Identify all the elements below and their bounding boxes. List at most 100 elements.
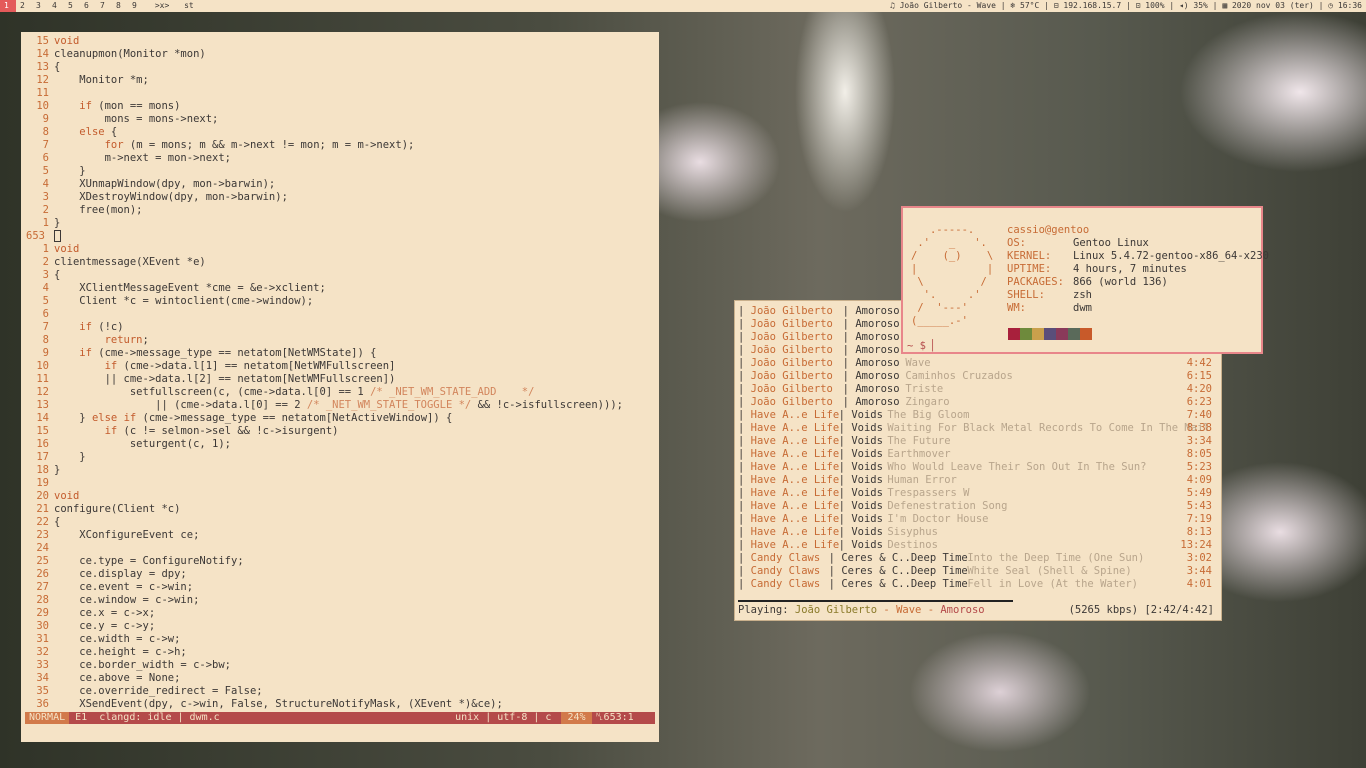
code-line[interactable]: void <box>54 243 79 255</box>
row-artist: Candy Claws <box>750 578 821 590</box>
code-line[interactable]: Monitor *m; <box>54 74 149 86</box>
code-line[interactable]: ce.window = c->win; <box>54 594 199 606</box>
code-line[interactable]: } <box>54 451 85 463</box>
info-key: PACKAGES: <box>1007 276 1064 288</box>
row-artist: Have A..e Life <box>750 435 840 447</box>
code-line[interactable]: configure(Client *c) <box>54 503 180 515</box>
row-artist: Candy Claws <box>750 565 821 577</box>
code-line[interactable]: for (m = mons; m && m->next != mon; m = … <box>54 139 415 151</box>
layout-indicator[interactable]: >x> <box>149 1 169 10</box>
code-line[interactable]: } <box>54 165 85 177</box>
line-number: 35 <box>36 685 49 697</box>
info-row: WM: dwm <box>1007 302 1092 315</box>
code-line[interactable]: } else if (cme->message_type == netatom[… <box>54 412 452 424</box>
code-line[interactable]: ce.height = c->h; <box>54 646 186 658</box>
row-artist: Have A..e Life <box>750 539 840 551</box>
code-line[interactable]: { <box>54 516 60 528</box>
playlist-row[interactable]: | João Gilberto | Amoroso Zingaro 6:23 <box>738 396 1218 409</box>
code-line[interactable]: if (c != selmon->sel && !c->isurgent) <box>54 425 339 437</box>
playlist-row[interactable]: | João Gilberto | Amoroso Caminhos Cruzado… <box>738 370 1218 383</box>
code-line[interactable]: return; <box>54 334 149 346</box>
playlist-row[interactable]: | João Gilberto | Amoroso Triste 4:20 <box>738 383 1218 396</box>
code-line[interactable]: Client *c = wintoclient(cme->window); <box>54 295 313 307</box>
row-title: Waiting For Black Metal Records To Come … <box>887 422 1210 434</box>
code-line[interactable]: void <box>54 490 79 502</box>
code-line[interactable]: } <box>54 217 60 229</box>
code-line[interactable]: ce.type = ConfigureNotify; <box>54 555 243 567</box>
fetch-terminal-window[interactable]: .-----. .' _ '. / (_) \ | | \ / '. .' / … <box>901 206 1269 354</box>
code-line[interactable]: setfullscreen(c, (cme->data.l[0] == 1 /*… <box>54 386 535 398</box>
playlist-row[interactable]: | Have A..e Life| Voids Who Would Leave T… <box>738 461 1218 474</box>
playlist-row[interactable]: | Have A..e Life| Voids Defenestration So… <box>738 500 1218 513</box>
code-line[interactable]: || (cme->data.l[0] == 2 /* _NET_WM_STATE… <box>54 399 623 411</box>
code-line[interactable]: mons = mons->next; <box>54 113 219 125</box>
line-number: 19 <box>36 477 49 489</box>
code-line[interactable]: clientmessage(XEvent *e) <box>54 256 206 268</box>
code-line[interactable]: if (mon == mons) <box>54 100 180 112</box>
code-line[interactable]: if (!c) <box>54 321 123 333</box>
playlist-row[interactable]: | Have A..e Life| Voids The Big Gloom 7:40 <box>738 409 1218 422</box>
line-number: 2 <box>42 256 49 268</box>
playlist-row[interactable]: | Have A..e Life| Voids I'm Doctor House 7… <box>738 513 1218 526</box>
tag-7[interactable]: 7 <box>96 0 112 12</box>
code-line[interactable]: if (cme->data.l[1] == netatom[NetWMFulls… <box>54 360 396 372</box>
code-line[interactable]: { <box>54 61 60 73</box>
code-line[interactable]: XClientMessageEvent *cme = &e->xclient; <box>54 282 326 294</box>
playlist-row[interactable]: | Have A..e Life| Voids The Future 3:34 <box>738 435 1218 448</box>
line-number: 24 <box>36 542 49 554</box>
code-line[interactable]: ce.width = c->w; <box>54 633 180 645</box>
line-number: 18 <box>36 464 49 476</box>
code-line[interactable]: } <box>54 464 60 476</box>
tag-4[interactable]: 4 <box>48 0 64 12</box>
info-value: 4 hours, 7 minutes <box>1073 263 1187 275</box>
playlist-row[interactable]: | Candy Claws | Ceres & C..Deep TimeWhite… <box>738 565 1218 578</box>
tag-1[interactable]: 1 <box>0 0 16 12</box>
code-line[interactable]: free(mon); <box>54 204 142 216</box>
code-line[interactable]: cleanupmon(Monitor *mon) <box>54 48 206 60</box>
tag-5[interactable]: 5 <box>64 0 80 12</box>
code-line[interactable]: ce.display = dpy; <box>54 568 186 580</box>
tag-8[interactable]: 8 <box>112 0 128 12</box>
playlist-row[interactable]: | João Gilberto | Amoroso Wave 4:42 <box>738 357 1218 370</box>
code-line[interactable]: ce.above = None; <box>54 672 180 684</box>
code-line[interactable]: ce.x = c->x; <box>54 607 155 619</box>
playlist-row[interactable]: | Have A..e Life| Voids Trespassers W 5:49 <box>738 487 1218 500</box>
code-line[interactable]: ce.border_width = c->bw; <box>54 659 231 671</box>
code-line[interactable]: m->next = mon->next; <box>54 152 231 164</box>
code-line[interactable]: XSendEvent(dpy, c->win, False, Structure… <box>54 698 503 710</box>
row-artist: Have A..e Life <box>750 513 840 525</box>
code-line[interactable]: || cme->data.l[2] == netatom[NetWMFullsc… <box>54 373 396 385</box>
code-line[interactable]: void <box>54 35 79 47</box>
code-line[interactable]: XConfigureEvent ce; <box>54 529 199 541</box>
playlist-row[interactable]: | Have A..e Life| Voids Sisyphus 8:13 <box>738 526 1218 539</box>
row-artist: Have A..e Life <box>750 487 840 499</box>
playlist-row[interactable]: | Candy Claws | Ceres & C..Deep TimeFell … <box>738 578 1218 591</box>
code-line[interactable]: ce.y = c->y; <box>54 620 155 632</box>
code-line[interactable]: ce.override_redirect = False; <box>54 685 262 697</box>
code-line[interactable]: seturgent(c, 1); <box>54 438 231 450</box>
shell-prompt[interactable]: ~ $ ▏ <box>907 340 939 352</box>
tag-3[interactable]: 3 <box>32 0 48 12</box>
code-line[interactable]: XDestroyWindow(dpy, mon->barwin); <box>54 191 288 203</box>
playing-label: Playing: <box>738 604 789 616</box>
tag-2[interactable]: 2 <box>16 0 32 12</box>
code-line[interactable]: ce.event = c->win; <box>54 581 193 593</box>
palette-swatch <box>1044 328 1056 340</box>
code-line[interactable]: XUnmapWindow(dpy, mon->barwin); <box>54 178 275 190</box>
playlist-row[interactable]: | Candy Claws | Ceres & C..Deep TimeInto … <box>738 552 1218 565</box>
vim-window[interactable]: 15 void 14 cleanupmon(Monitor *mon) 13{12 Mo… <box>21 32 659 742</box>
code-line[interactable]: else { <box>54 126 117 138</box>
tag-9[interactable]: 9 <box>128 0 144 12</box>
code-line[interactable]: if (cme->message_type == netatom[NetWMSt… <box>54 347 376 359</box>
playlist-row[interactable]: | Have A..e Life| Voids Earthmover 8:05 <box>738 448 1218 461</box>
line-number: 7 <box>42 321 49 333</box>
code-line[interactable]: { <box>54 269 60 281</box>
line-number: 14 <box>36 48 49 60</box>
playlist-row[interactable]: | Have A..e Life| Voids Human Error 4:09 <box>738 474 1218 487</box>
playlist-row[interactable]: | Have A..e Life| Voids Destinos 13:24 <box>738 539 1218 552</box>
code-line[interactable] <box>54 230 61 242</box>
row-duration: 5:43 <box>1186 500 1212 512</box>
playlist-row[interactable]: | Have A..e Life| Voids Waiting For Black… <box>738 422 1218 435</box>
info-row: OS: Gentoo Linux <box>1007 237 1149 250</box>
tag-6[interactable]: 6 <box>80 0 96 12</box>
